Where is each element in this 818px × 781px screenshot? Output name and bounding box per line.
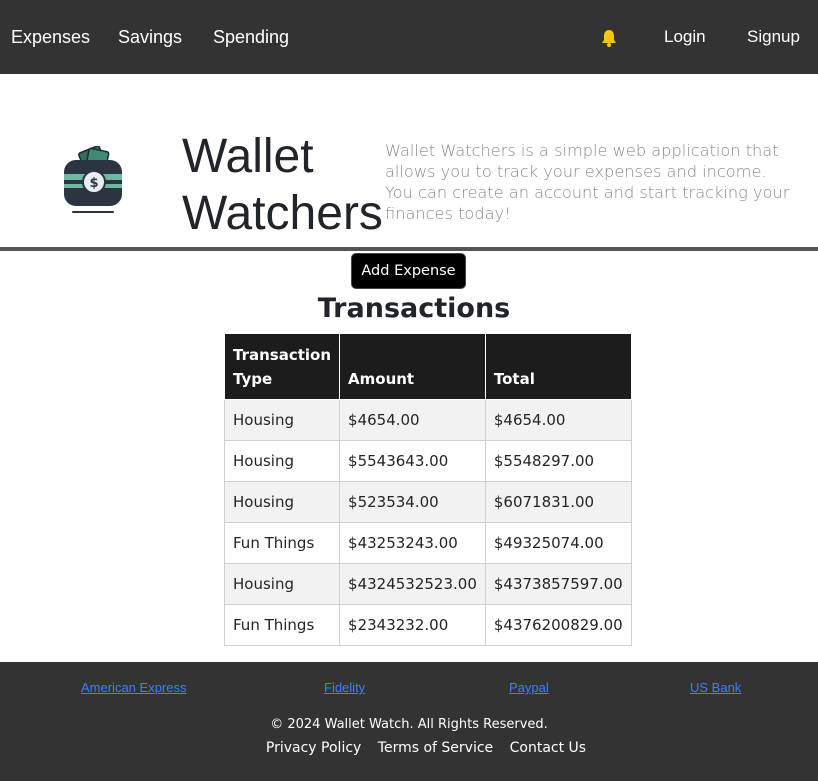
site-footer: American Express Fidelity Paypal US Bank… (0, 662, 818, 781)
brand-line-1: Wallet (182, 130, 314, 183)
cell-total: $5548297.00 (484, 440, 632, 482)
cell-amount: $523534.00 (339, 481, 486, 523)
hero-description: Wallet Watchers is a simple web applicat… (385, 141, 790, 223)
cell-total: $49325074.00 (484, 522, 632, 564)
cell-amount: $4324532523.00 (339, 563, 486, 605)
table-row: Housing $4324532523.00 $4373857597.00 (223, 563, 632, 605)
brand-title: Wallet Watchers (182, 128, 383, 242)
cell-type: Housing (223, 481, 341, 523)
contact-us-link[interactable]: Contact Us (510, 740, 586, 756)
copyright-text: © 2024 Wallet Watch. All Rights Reserved… (270, 717, 548, 732)
cell-type: Housing (223, 399, 341, 441)
nav-savings-link[interactable]: Savings (118, 0, 182, 74)
cell-total: $6071831.00 (484, 481, 632, 523)
table-row: Housing $5543643.00 $5548297.00 (223, 440, 632, 482)
login-link[interactable]: Login (664, 0, 706, 74)
table-row: Fun Things $43253243.00 $49325074.00 (223, 522, 632, 564)
svg-text:$: $ (89, 176, 98, 191)
transactions-table: Transaction Type Amount Total Housing $4… (223, 333, 632, 646)
cell-amount: $43253243.00 (339, 522, 486, 564)
brand-line-2: Watchers (182, 187, 383, 240)
col-header-type: Transaction Type (223, 333, 341, 400)
cell-amount: $2343232.00 (339, 604, 486, 646)
table-row: Housing $4654.00 $4654.00 (223, 399, 632, 441)
wallet-icon: $ (58, 145, 130, 218)
transactions-title: Transactions (317, 293, 511, 324)
cell-amount: $4654.00 (339, 399, 486, 441)
footer-link-paypal[interactable]: Paypal (509, 680, 549, 695)
cell-type: Fun Things (223, 522, 341, 564)
footer-link-us-bank[interactable]: US Bank (690, 680, 741, 695)
cell-total: $4373857597.00 (484, 563, 632, 605)
privacy-policy-link[interactable]: Privacy Policy (266, 740, 361, 756)
signup-link[interactable]: Signup (747, 0, 800, 74)
nav-expenses-link[interactable]: Expenses (11, 0, 90, 74)
cell-total: $4376200829.00 (484, 604, 632, 646)
cell-type: Housing (223, 440, 341, 482)
legal-links: Privacy Policy Terms of Service Contact … (0, 740, 818, 756)
terms-of-service-link[interactable]: Terms of Service (378, 740, 493, 756)
col-header-total: Total (484, 333, 632, 400)
table-row: Fun Things $2343232.00 $4376200829.00 (223, 604, 632, 646)
top-navbar: Expenses Savings Spending Login Signup (0, 0, 818, 74)
footer-link-fidelity[interactable]: Fidelity (324, 680, 365, 695)
add-expense-button[interactable]: Add Expense (351, 253, 466, 289)
table-row: Housing $523534.00 $6071831.00 (223, 481, 632, 523)
bell-icon[interactable] (599, 28, 619, 48)
section-divider (0, 247, 818, 251)
cell-type: Housing (223, 563, 341, 605)
cell-amount: $5543643.00 (339, 440, 486, 482)
footer-link-american-express[interactable]: American Express (81, 680, 186, 695)
cell-total: $4654.00 (484, 399, 632, 441)
nav-spending-link[interactable]: Spending (213, 0, 289, 74)
cell-type: Fun Things (223, 604, 341, 646)
col-header-amount: Amount (339, 333, 486, 400)
